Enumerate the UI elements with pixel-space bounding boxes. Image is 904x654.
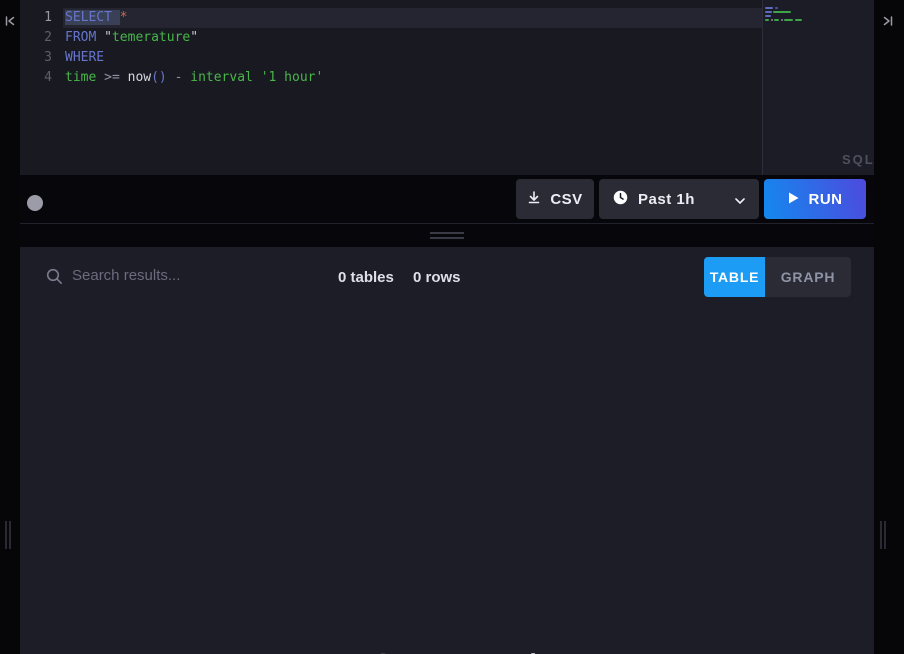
time-range-dropdown[interactable]: Past 1h [599, 179, 759, 219]
tab-graph[interactable]: GRAPH [765, 257, 851, 297]
run-button-label: RUN [809, 191, 843, 208]
clock-icon [613, 190, 628, 209]
right-panel-gutter [874, 0, 904, 654]
search-results-input[interactable] [72, 261, 312, 289]
tables-count: 0 tables [338, 269, 394, 286]
editor-minimap[interactable] [763, 0, 874, 175]
line-number: 4 [20, 68, 52, 88]
right-resize-handle[interactable] [880, 521, 890, 549]
status-indicator [27, 195, 43, 211]
view-toggle: TABLE GRAPH [704, 257, 851, 297]
code-line[interactable]: 4 time >= now() - interval '1 hour' [20, 68, 762, 88]
expand-right-icon[interactable] [882, 14, 894, 32]
rows-count: 0 rows [413, 269, 461, 286]
splitter-drag-handle[interactable] [430, 232, 464, 242]
collapse-left-icon[interactable] [4, 14, 16, 32]
download-icon [527, 190, 541, 208]
code-line[interactable]: 2 FROM "temerature" [20, 28, 762, 48]
chevron-down-icon [735, 191, 745, 208]
search-icon [46, 268, 63, 290]
play-icon [788, 191, 799, 208]
left-resize-handle[interactable] [5, 521, 15, 549]
left-panel-gutter [0, 0, 20, 654]
line-number: 1 [20, 8, 52, 28]
empty-state-heading: Query Results [372, 648, 562, 654]
line-number: 3 [20, 48, 52, 68]
run-button[interactable]: RUN [764, 179, 866, 219]
code-line-content: FROM "temerature" [63, 28, 762, 48]
code-line-content: WHERE [63, 48, 762, 68]
panel-resize-splitter[interactable] [20, 224, 874, 247]
toolbar-buttons: CSV Past 1h [516, 179, 866, 219]
query-toolbar: CSV Past 1h [20, 175, 874, 223]
csv-button-label: CSV [550, 191, 582, 208]
tab-table[interactable]: TABLE [704, 257, 765, 297]
code-line-content: SELECT * [63, 8, 762, 28]
code-line-content: time >= now() - interval '1 hour' [63, 68, 762, 88]
time-range-label: Past 1h [638, 191, 695, 208]
sql-editor[interactable]: 1 SELECT * 2 FROM "temerature" 3 WHERE 4 time >… [20, 0, 874, 175]
code-lines[interactable]: 1 SELECT * 2 FROM "temerature" 3 WHERE 4 time >… [20, 8, 762, 88]
csv-export-button[interactable]: CSV [516, 179, 594, 219]
code-line[interactable]: 1 SELECT * [20, 8, 762, 28]
language-badge: SQL [842, 152, 875, 167]
line-number: 2 [20, 28, 52, 48]
sql-query-workspace: 1 SELECT * 2 FROM "temerature" 3 WHERE 4 time >… [0, 0, 904, 654]
results-panel: 0 tables 0 rows TABLE GRAPH Query Result… [20, 247, 874, 654]
code-line[interactable]: 3 WHERE [20, 48, 762, 68]
